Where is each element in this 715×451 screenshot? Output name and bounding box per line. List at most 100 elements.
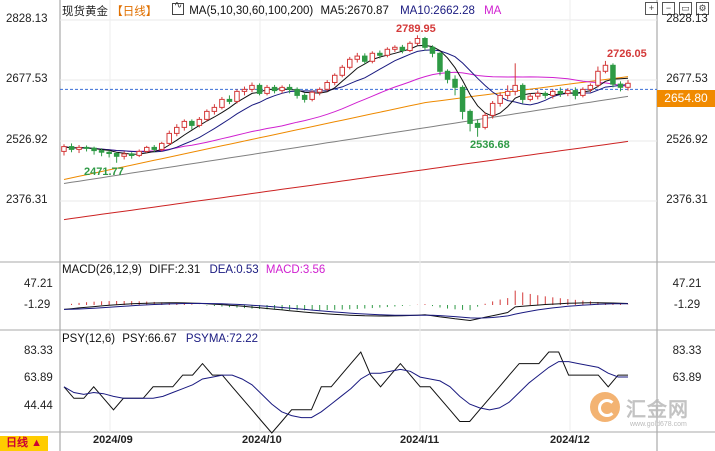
psy-legend: PSY(12,6) PSY:66.67 PSYMA:72.22 [62,333,258,345]
candle-body [429,46,436,54]
candle-body [542,92,548,96]
psy-left-label: 44.44 [24,400,53,412]
candle-body [362,55,368,62]
candle-body [83,146,90,149]
period-selector[interactable]: 日线 ▲ [0,436,48,451]
candle-body [189,120,195,126]
psy-axis-label: 63.89 [672,372,702,384]
low1-annotation: 2471.77 [84,166,124,178]
high2-annotation: 2726.05 [607,48,647,60]
ma-params: MA(5,10,30,60,100,200) [189,5,314,17]
macd-left-label: -1.29 [24,299,51,311]
candle-body [437,52,443,72]
ma-more: MA [484,5,502,17]
candle-body [520,84,526,100]
period-label[interactable]: 【日线】 [111,6,157,18]
candle-body [354,55,360,60]
candle-body [587,84,594,90]
candle-body [474,122,481,128]
candle-body [595,70,601,86]
ma-checkbox-icon[interactable]: ∿ [172,1,184,15]
candle-body [76,146,82,150]
candle-body [467,110,473,124]
high-annotation: 2789.95 [396,23,436,35]
candle-body [444,70,451,80]
ma60-line [63,76,629,180]
candle-body [399,46,406,51]
candle-body [309,91,315,100]
left-price-label: 2828.13 [6,13,48,25]
psy-axis-label: 83.33 [672,345,702,357]
macd-axis-label: 47.21 [672,278,702,290]
candle-body [504,90,511,96]
candle-body [151,146,157,150]
macd-diff-line [63,302,629,322]
ma5-line [63,44,629,155]
candle-body [204,110,210,120]
psyma-value: PSYMA:72.22 [185,333,259,345]
candle-body [452,78,458,88]
candle-body [234,90,240,102]
left-price-label: 2376.31 [6,194,48,206]
price-axis-label: 2828.13 [666,13,708,25]
candle-body [98,150,105,153]
macd-legend: MACD(26,12,9) DIFF:2.31 DEA:0.53 MACD:3.… [62,264,325,276]
candle-body [181,120,188,128]
macd-axis-label: -1.29 [673,299,701,311]
left-price-label: 2526.92 [6,134,48,146]
candle-body [497,94,503,104]
candle-body [377,52,383,56]
psy-left-label: 83.33 [24,345,53,357]
candle-body [550,90,556,96]
ma10-line [63,49,629,153]
candle-body [512,84,518,92]
candle-body [602,64,609,72]
psy-value: PSY:66.67 [122,333,177,345]
watermark: 汇金网 [590,392,689,422]
macd-value: MACD:3.56 [265,264,326,276]
price-chart[interactable] [0,0,715,451]
candle-body [459,86,466,112]
candle-body [249,84,255,90]
candle-body [580,88,586,96]
candle-body [414,38,421,44]
instrument-title: 现货黄金 [62,6,108,18]
candle-body [392,46,398,50]
candle-body [565,90,571,94]
candle-body [91,147,97,152]
candle-body [226,98,233,102]
low2-annotation: 2536.68 [470,139,510,151]
candle-body [384,48,391,56]
date-axis-label: 2024/12 [550,434,590,446]
candle-body [271,86,278,92]
candle-body [489,102,496,116]
date-axis-label: 2024/11 [400,434,440,446]
macd-diff: DIFF:2.31 [149,264,201,276]
candle-body [369,52,376,62]
ma-legend: ∿ MA(5,10,30,60,100,200) MA5:2670.87 MA1… [172,1,502,17]
zoom-in-icon[interactable]: + [645,2,658,15]
candle-body [422,38,428,48]
candle-body [324,82,330,90]
candle-body [136,150,142,156]
candle-body [332,74,338,84]
candle-body [610,64,616,85]
candle-body [256,84,263,94]
candle-body [159,142,165,150]
candle-body [68,146,75,150]
date-axis-label: 2024/09 [93,434,133,446]
current-price-tag: 2654.80 [657,90,715,107]
candle-body [527,95,533,100]
candle-body [113,153,120,157]
candle-body [294,88,300,96]
candle-body [625,82,631,88]
psy-title: PSY(12,6) [62,333,116,345]
candle-body [301,94,308,100]
candle-body [196,118,203,126]
candle-body [572,90,579,96]
price-axis-label: 2526.92 [666,134,708,146]
candle-body [174,126,180,134]
candle-body [166,132,172,144]
candle-body [144,146,150,152]
candle-body [128,153,135,156]
